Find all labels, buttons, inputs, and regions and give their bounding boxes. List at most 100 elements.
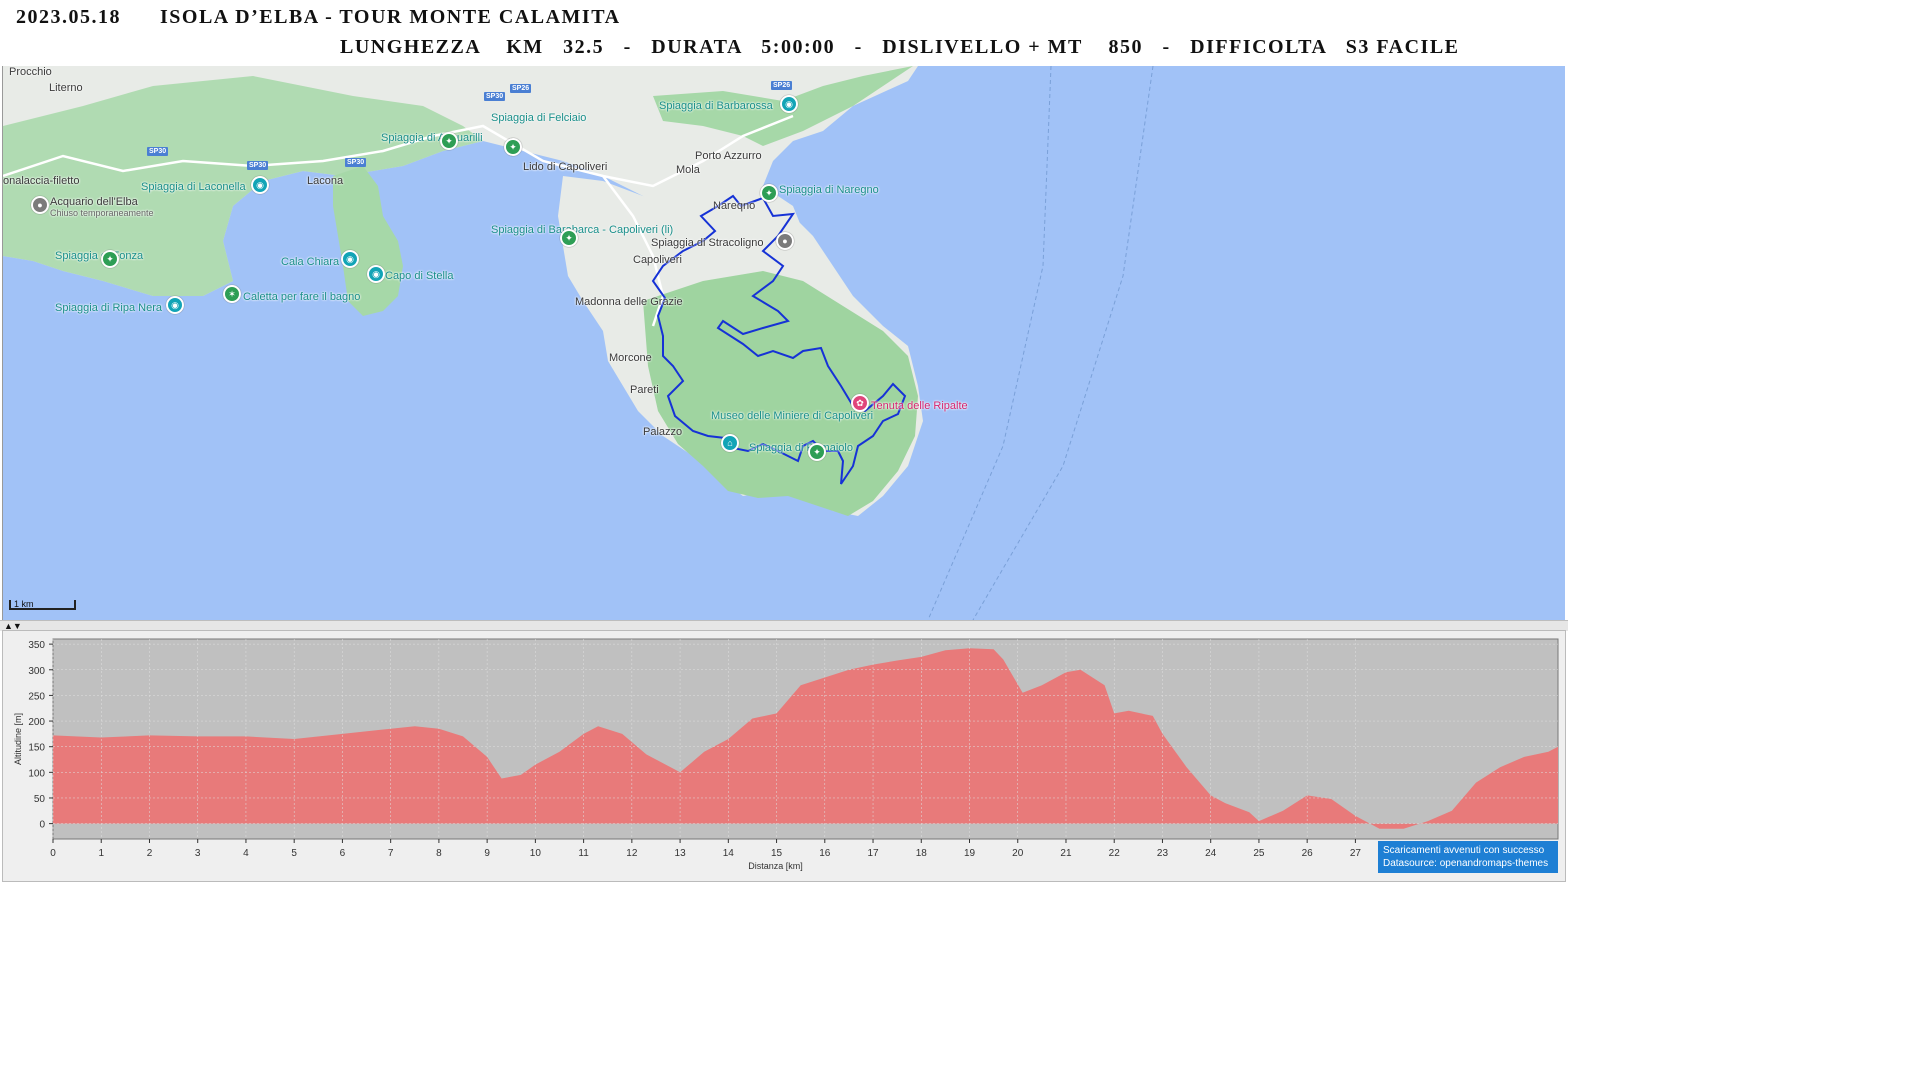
place-barbarossa[interactable]: Spiaggia di Barbarossa bbox=[659, 100, 773, 112]
place-ripa-nera[interactable]: Spiaggia di Ripa Nera bbox=[55, 302, 162, 314]
x-tick-label: 19 bbox=[964, 848, 976, 859]
x-tick-label: 22 bbox=[1109, 848, 1121, 859]
status-toast: Scaricamenti avvenuti con successo Datas… bbox=[1378, 841, 1558, 873]
map-scale-bar: 1 km bbox=[9, 600, 76, 610]
x-tick-label: 7 bbox=[388, 848, 394, 859]
camera-icon[interactable]: ◉ bbox=[251, 176, 269, 194]
beach-icon[interactable]: ✦ bbox=[440, 132, 458, 150]
place-museo-miniere[interactable]: Museo delle Miniere di Capoliveri bbox=[711, 410, 873, 422]
acquario-status: Chiuso temporaneamente bbox=[50, 208, 154, 218]
x-tick-label: 26 bbox=[1302, 848, 1314, 859]
place-capo-stella[interactable]: Capo di Stella bbox=[385, 270, 454, 282]
place-cala-chiara[interactable]: Cala Chiara bbox=[281, 256, 339, 268]
place-madonna-grazie: Madonna delle Grazie bbox=[575, 296, 683, 308]
place-lacona-filetto: onalaccia-filetto bbox=[3, 175, 80, 187]
x-tick-label: 11 bbox=[578, 848, 589, 859]
ferry-line bbox=[927, 66, 1052, 620]
y-tick-label: 300 bbox=[28, 666, 45, 677]
elevation-chart: 0 1 2 3 4 5 6 7 8 9 10 11 12 13 14 15 16 17 18 19 20 21 22 23 24… bbox=[13, 638, 1559, 871]
place-felciaio[interactable]: Spiaggia di Felciaio bbox=[491, 112, 586, 124]
beach-icon[interactable]: ✦ bbox=[560, 229, 578, 247]
place-caletta[interactable]: Caletta per fare il bagno bbox=[243, 291, 360, 303]
camera-icon[interactable]: ◉ bbox=[166, 296, 184, 314]
place-literno: Literno bbox=[49, 82, 83, 94]
x-tick-label: 12 bbox=[626, 848, 638, 859]
map-canvas bbox=[3, 66, 1154, 620]
x-tick-label: 5 bbox=[291, 848, 297, 859]
place-spiaggia-laconella[interactable]: Spiaggia di Laconella bbox=[141, 181, 246, 193]
x-tick-label: 16 bbox=[819, 848, 831, 859]
y-tick-label: 150 bbox=[28, 743, 45, 754]
fish-icon[interactable]: ✿ bbox=[851, 394, 869, 412]
place-spiaggia-naregno[interactable]: Spiaggia di Naregno bbox=[779, 184, 879, 196]
place-capoliveri: Capoliveri bbox=[633, 254, 682, 266]
x-tick-label: 20 bbox=[1012, 848, 1024, 859]
road-badge-sp26: SP26 bbox=[771, 81, 793, 90]
x-tick-label: 23 bbox=[1157, 848, 1169, 859]
place-acquarilli[interactable]: Spiaggia di Acquarilli bbox=[381, 132, 483, 144]
place-porto-azzurro: Porto Azzurro bbox=[695, 150, 762, 162]
place-naregno: Nareqno bbox=[713, 200, 756, 212]
place-spiaggia-fonza[interactable]: Spiaggia di Fonza bbox=[55, 250, 143, 262]
road-badge-sp30: SP30 bbox=[345, 158, 367, 167]
x-tick-label: 8 bbox=[436, 848, 442, 859]
place-procchio: Procchio bbox=[9, 66, 52, 78]
x-tick-label: 21 bbox=[1060, 848, 1072, 859]
status-line-2: Datasource: openandromaps-themes bbox=[1383, 858, 1549, 869]
x-tick-label: 10 bbox=[530, 848, 542, 859]
x-tick-label: 2 bbox=[147, 848, 153, 859]
y-tick-label: 50 bbox=[34, 794, 46, 805]
place-barabarca[interactable]: Spiaggia di Barabarca - Capoliveri (li) bbox=[491, 224, 673, 236]
place-palazzo: Palazzo bbox=[643, 426, 683, 438]
y-tick-label: 350 bbox=[28, 640, 45, 651]
map-view[interactable]: Procchio Literno onalaccia-filetto Lacon… bbox=[2, 66, 1565, 620]
location-pin-icon[interactable]: ● bbox=[31, 196, 49, 214]
x-tick-label: 13 bbox=[675, 848, 687, 859]
y-tick-label: 0 bbox=[39, 820, 45, 831]
x-tick-label: 24 bbox=[1205, 848, 1217, 859]
x-tick-label: 17 bbox=[867, 848, 879, 859]
beach-icon[interactable]: ✦ bbox=[808, 443, 826, 461]
beach-icon[interactable]: ✦ bbox=[760, 184, 778, 202]
place-remaiolo[interactable]: Spiaggia di Remaiolo bbox=[749, 442, 853, 454]
location-pin-icon[interactable]: ● bbox=[776, 232, 794, 250]
place-pareti: Pareti bbox=[630, 384, 659, 396]
place-lido-capoliveri: Lido di Capoliveri bbox=[523, 161, 608, 173]
camera-icon[interactable]: ◉ bbox=[341, 250, 359, 268]
x-tick-label: 4 bbox=[243, 848, 249, 859]
y-axis-label: Altitudine [m] bbox=[13, 713, 23, 765]
place-ripalte[interactable]: Tenuta delle Ripalte bbox=[871, 400, 968, 412]
x-tick-label: 0 bbox=[50, 848, 56, 859]
tour-title: ISOLA D’ELBA - TOUR MONTE CALAMITA bbox=[160, 6, 621, 28]
museum-icon[interactable]: ⌂ bbox=[721, 434, 739, 452]
road-badge-sp30: SP30 bbox=[247, 161, 269, 170]
title-header: 2023.05.18 ISOLA D’ELBA - TOUR MONTE CAL… bbox=[0, 0, 1568, 66]
x-tick-label: 9 bbox=[484, 848, 490, 859]
x-tick-label: 14 bbox=[723, 848, 735, 859]
place-morcone: Morcone bbox=[609, 352, 652, 364]
y-tick-label: 100 bbox=[28, 768, 45, 779]
x-tick-label: 18 bbox=[916, 848, 928, 859]
x-axis-label: Distanza [km] bbox=[748, 861, 803, 871]
camera-icon[interactable]: ◉ bbox=[780, 95, 798, 113]
elevation-profile-panel: 0 1 2 3 4 5 6 7 8 9 10 11 12 13 14 15 16 17 18 19 20 21 22 23 24… bbox=[2, 630, 1566, 882]
place-lacona: Lacona bbox=[307, 175, 344, 187]
x-tick-label: 27 bbox=[1350, 848, 1362, 859]
park-calamita bbox=[643, 271, 918, 516]
x-tick-label: 3 bbox=[195, 848, 201, 859]
ferry-line-2 bbox=[972, 66, 1154, 620]
x-tick-label: 25 bbox=[1253, 848, 1265, 859]
x-tick-label: 1 bbox=[98, 848, 104, 859]
place-stracoligno[interactable]: Spiaggia di Stracoligno bbox=[651, 237, 764, 249]
hiker-icon[interactable]: ✶ bbox=[223, 285, 241, 303]
beach-icon[interactable]: ✦ bbox=[101, 250, 119, 268]
tour-date: 2023.05.18 bbox=[16, 6, 121, 28]
camera-icon[interactable]: ◉ bbox=[367, 265, 385, 283]
x-tick-label: 15 bbox=[771, 848, 783, 859]
beach-icon[interactable]: ✦ bbox=[504, 138, 522, 156]
place-mola: Mola bbox=[676, 164, 700, 176]
x-tick-label: 6 bbox=[340, 848, 346, 859]
tour-stats: LUNGHEZZA KM 32.5 - DURATA 5:00:00 - DIS… bbox=[340, 36, 1460, 58]
road-badge-sp30: SP30 bbox=[484, 92, 506, 101]
status-line-1: Scaricamenti avvenuti con successo bbox=[1383, 845, 1545, 856]
